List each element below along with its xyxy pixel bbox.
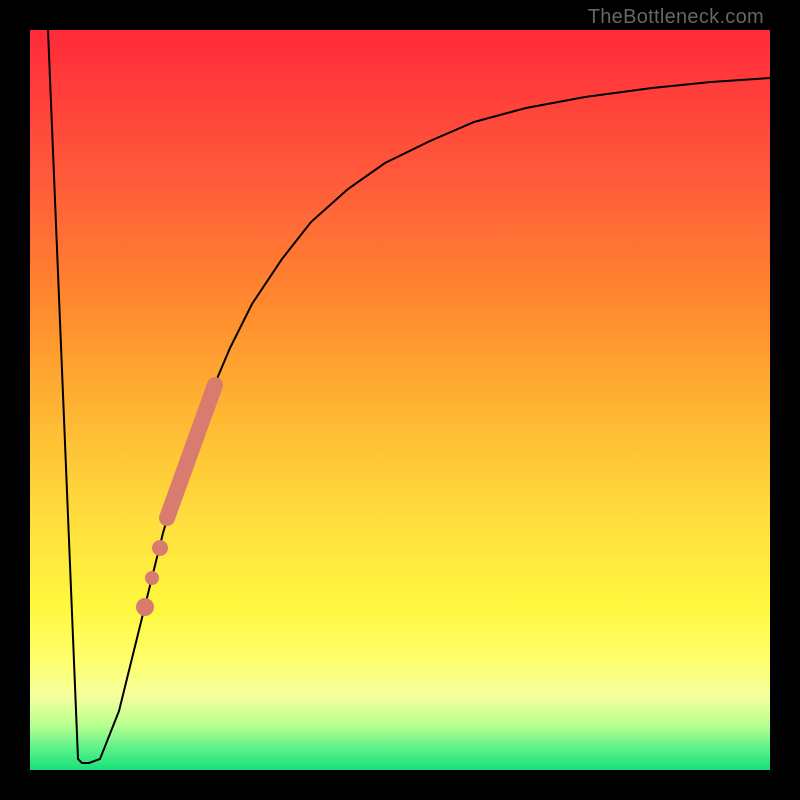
highlight-dot-1 xyxy=(152,540,168,556)
highlight-dot-2 xyxy=(145,571,159,585)
bottleneck-curve xyxy=(48,30,770,763)
plot-area xyxy=(30,30,770,770)
chart-frame: TheBottleneck.com xyxy=(0,0,800,800)
watermark-text: TheBottleneck.com xyxy=(588,6,764,29)
chart-svg xyxy=(30,30,770,770)
highlight-segment xyxy=(167,385,215,518)
highlight-dot-3 xyxy=(136,598,154,616)
